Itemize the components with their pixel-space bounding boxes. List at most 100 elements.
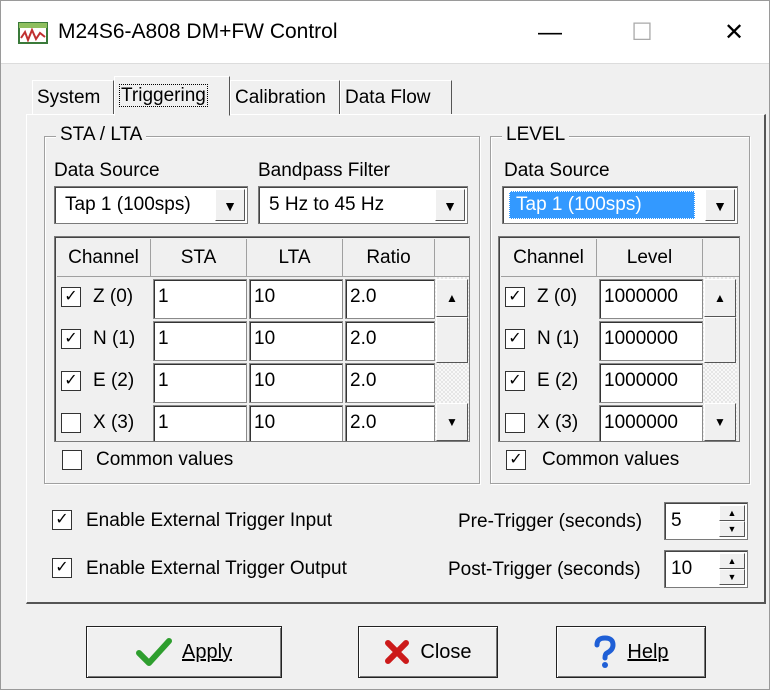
channel-checkbox[interactable]: ✓ xyxy=(505,287,525,307)
channel-label: X (3) xyxy=(93,412,135,433)
level-data-source-label: Data Source xyxy=(504,160,610,181)
pre-trigger-label: Pre-Trigger (seconds) xyxy=(458,511,643,532)
lta-input[interactable]: 10 xyxy=(249,363,343,403)
chevron-down-icon[interactable]: ▼ xyxy=(705,189,735,221)
sta-data-source-select[interactable]: Tap 1 (100sps) ▼ xyxy=(54,186,248,224)
tab-triggering[interactable]: Triggering xyxy=(114,76,230,116)
sta-input[interactable]: 1 xyxy=(153,279,247,319)
external-trigger-input-checkbox[interactable]: ✓ xyxy=(52,510,72,530)
tab-data-flow-label: Data Flow xyxy=(345,87,431,108)
channel-checkbox[interactable]: ✓ xyxy=(61,329,81,349)
tab-calibration-label: Calibration xyxy=(235,87,326,108)
channel-label: N (1) xyxy=(93,328,136,349)
column-header-channel: Channel xyxy=(57,239,151,277)
spin-down-icon[interactable]: ▼ xyxy=(719,521,745,537)
spin-up-icon[interactable]: ▲ xyxy=(719,505,745,521)
level-input[interactable]: 1000000 xyxy=(599,363,703,403)
window-close-button[interactable]: ✕ xyxy=(710,12,758,54)
sta-input[interactable]: 1 xyxy=(153,405,247,441)
apply-button-label: Apply xyxy=(181,640,233,663)
level-common-values-checkbox[interactable]: ✓ xyxy=(506,450,526,470)
spin-down-icon[interactable]: ▼ xyxy=(719,569,745,585)
channel-label: E (2) xyxy=(93,370,135,391)
tab-system-label: System xyxy=(37,87,101,108)
channel-label: Z (0) xyxy=(93,286,134,307)
tab-triggering-label: Triggering xyxy=(119,84,208,107)
lta-input[interactable]: 10 xyxy=(249,321,343,361)
column-header-level: Level xyxy=(597,239,703,277)
external-trigger-output-checkbox[interactable]: ✓ xyxy=(52,558,72,578)
pre-trigger-value[interactable]: 5 xyxy=(671,510,682,532)
channel-checkbox[interactable] xyxy=(61,413,81,433)
sta-input[interactable]: 1 xyxy=(153,363,247,403)
help-button-label: Help xyxy=(627,640,669,663)
level-data-source-value: Tap 1 (100sps) xyxy=(509,191,695,219)
level-input[interactable]: 1000000 xyxy=(599,405,703,441)
scrollbar-thumb[interactable] xyxy=(436,317,468,363)
tab-calibration[interactable]: Calibration xyxy=(230,80,340,114)
post-trigger-label: Post-Trigger (seconds) xyxy=(448,559,641,580)
level-input[interactable]: 1000000 xyxy=(599,321,703,361)
scroll-up-icon[interactable]: ▲ xyxy=(436,279,468,317)
bandpass-filter-label: Bandpass Filter xyxy=(258,160,391,181)
sta-input[interactable]: 1 xyxy=(153,321,247,361)
apply-button[interactable]: Apply xyxy=(86,626,282,678)
close-button[interactable]: Close xyxy=(358,626,498,678)
pre-trigger-stepper[interactable]: 5 ▲ ▼ xyxy=(664,502,748,540)
sta-common-values-label: Common values xyxy=(96,449,234,470)
channel-checkbox[interactable]: ✓ xyxy=(61,371,81,391)
window-title: M24S6-A808 DM+FW Control xyxy=(58,20,338,43)
column-header-lta: LTA xyxy=(247,239,343,277)
scroll-up-icon[interactable]: ▲ xyxy=(704,279,736,317)
column-header-sta: STA xyxy=(151,239,247,277)
help-icon xyxy=(594,635,616,668)
grid-header-corner xyxy=(435,239,469,277)
scrollbar-thumb[interactable] xyxy=(704,317,736,363)
channel-checkbox[interactable] xyxy=(505,413,525,433)
channel-checkbox[interactable]: ✓ xyxy=(61,287,81,307)
sta-common-values-checkbox[interactable] xyxy=(62,450,82,470)
lta-input[interactable]: 10 xyxy=(249,405,343,441)
level-input[interactable]: 1000000 xyxy=(599,279,703,319)
scroll-down-icon[interactable]: ▼ xyxy=(436,403,468,441)
channel-checkbox[interactable]: ✓ xyxy=(505,329,525,349)
chevron-down-icon[interactable]: ▼ xyxy=(435,189,465,221)
sta-data-source-value: Tap 1 (100sps) xyxy=(65,194,191,215)
ratio-input[interactable]: 2.0 xyxy=(345,321,435,361)
bandpass-filter-select[interactable]: 5 Hz to 45 Hz ▼ xyxy=(258,186,468,224)
channel-checkbox[interactable]: ✓ xyxy=(505,371,525,391)
spin-up-icon[interactable]: ▲ xyxy=(719,553,745,569)
channel-label: N (1) xyxy=(537,328,580,349)
level-group-title: LEVEL xyxy=(502,124,570,146)
ratio-input[interactable]: 2.0 xyxy=(345,279,435,319)
bandpass-filter-value: 5 Hz to 45 Hz xyxy=(269,194,385,215)
column-header-ratio: Ratio xyxy=(343,239,435,277)
sta-lta-grid: Channel STA LTA Ratio ✓ Z (0) 1 10 2.0 ✓… xyxy=(54,236,470,442)
channel-label: Z (0) xyxy=(537,286,578,307)
level-grid: Channel Level ✓ Z (0) 1000000 ✓ N (1) 10… xyxy=(498,236,740,442)
channel-label: E (2) xyxy=(537,370,579,391)
post-trigger-stepper[interactable]: 10 ▲ ▼ xyxy=(664,550,748,588)
external-trigger-input-label: Enable External Trigger Input xyxy=(86,510,333,531)
minimize-button[interactable]: — xyxy=(526,12,574,54)
app-icon xyxy=(18,20,48,46)
column-header-channel: Channel xyxy=(501,239,597,277)
close-icon xyxy=(385,640,410,664)
maximize-button[interactable]: ☐ xyxy=(618,12,666,54)
help-button[interactable]: Help xyxy=(556,626,706,678)
tab-system[interactable]: System xyxy=(32,80,114,114)
sta-lta-group-title: STA / LTA xyxy=(56,124,147,146)
tab-data-flow[interactable]: Data Flow xyxy=(340,80,452,114)
post-trigger-value[interactable]: 10 xyxy=(671,558,692,580)
scroll-down-icon[interactable]: ▼ xyxy=(704,403,736,441)
ratio-input[interactable]: 2.0 xyxy=(345,405,435,441)
sta-data-source-label: Data Source xyxy=(54,160,160,181)
level-data-source-select[interactable]: Tap 1 (100sps) ▼ xyxy=(502,186,738,224)
ratio-input[interactable]: 2.0 xyxy=(345,363,435,403)
grid-header-corner xyxy=(703,239,739,277)
channel-label: X (3) xyxy=(537,412,579,433)
external-trigger-output-label: Enable External Trigger Output xyxy=(86,558,347,579)
lta-input[interactable]: 10 xyxy=(249,279,343,319)
chevron-down-icon[interactable]: ▼ xyxy=(215,189,245,221)
level-common-values-label: Common values xyxy=(542,449,680,470)
